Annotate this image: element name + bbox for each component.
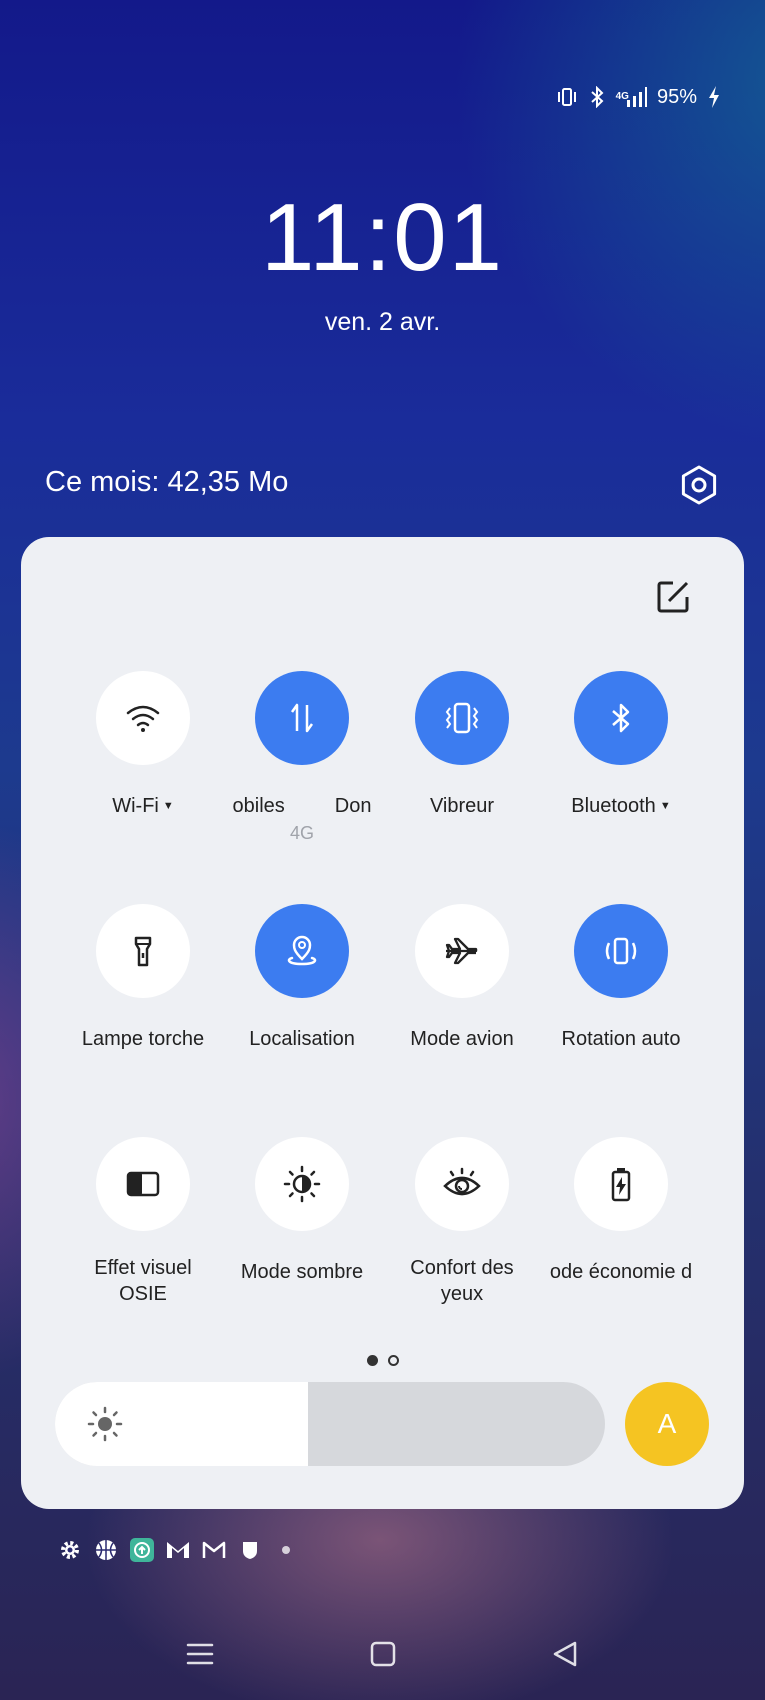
gmail-outline-icon — [202, 1538, 226, 1562]
back-button[interactable] — [551, 1640, 579, 1668]
vibrate-icon — [556, 86, 578, 108]
tile-location[interactable]: Localisation — [222, 904, 382, 1052]
auto-rotate-toggle[interactable] — [574, 904, 668, 998]
tile-label-line2: OSIE — [119, 1283, 167, 1305]
mobile-data-toggle[interactable] — [255, 671, 349, 765]
eye-comfort-icon — [443, 1167, 481, 1196]
tile-flashlight[interactable]: Lampe torche — [63, 904, 223, 1052]
location-icon — [287, 935, 317, 966]
home-button[interactable] — [369, 1640, 397, 1668]
tile-label: Lampe torche — [81, 1028, 205, 1050]
location-toggle[interactable] — [255, 904, 349, 998]
status-bar: 4G 95% — [556, 84, 721, 110]
tile-label: Bluetooth — [571, 795, 656, 817]
vibrate-icon — [445, 702, 479, 734]
network-type: 4G — [615, 91, 629, 102]
tile-bluetooth[interactable]: Bluetooth ▼ — [541, 671, 701, 822]
tile-mobile-data[interactable]: obiles Don 4G — [222, 671, 382, 844]
page-dot-active[interactable] — [366, 1355, 378, 1366]
tile-airplane[interactable]: Mode avion — [382, 904, 542, 1052]
tile-vibrate[interactable]: Vibreur — [382, 671, 542, 819]
auto-brightness-button[interactable]: A — [625, 1382, 709, 1466]
wifi-icon — [126, 705, 160, 732]
menu-icon — [186, 1643, 214, 1665]
tile-auto-rotate[interactable]: Rotation auto — [541, 904, 701, 1052]
charging-icon — [707, 85, 721, 109]
bluetooth-toggle[interactable] — [574, 671, 668, 765]
eye-comfort-toggle[interactable] — [415, 1137, 509, 1231]
flashlight-toggle[interactable] — [96, 904, 190, 998]
more-dot-icon — [274, 1538, 298, 1562]
back-triangle-icon — [553, 1641, 577, 1667]
settings-button[interactable] — [678, 464, 720, 506]
recents-button[interactable] — [186, 1640, 214, 1668]
osie-toggle[interactable] — [96, 1137, 190, 1231]
tile-label: Mode avion — [410, 1028, 514, 1050]
tile-label-line2: yeux — [440, 1283, 484, 1305]
flashlight-icon — [134, 936, 152, 967]
tile-dark-mode[interactable]: Mode sombre — [222, 1137, 382, 1285]
app-update-icon — [130, 1538, 154, 1562]
dark-mode-toggle[interactable] — [255, 1137, 349, 1231]
dropdown-caret-icon[interactable]: ▼ — [660, 800, 671, 812]
gmail-icon — [166, 1538, 190, 1562]
dark-mode-icon — [283, 1165, 321, 1203]
bluetooth-icon — [588, 86, 606, 108]
tile-label-line1: Confort des — [410, 1257, 514, 1279]
tile-wifi[interactable]: Wi-Fi ▼ — [63, 671, 223, 822]
battery-level: 95% — [656, 85, 697, 108]
settings-gear-icon — [681, 465, 717, 505]
airplane-toggle[interactable] — [415, 904, 509, 998]
square-icon — [370, 1641, 396, 1667]
bluetooth-icon — [612, 703, 630, 733]
navigation-bar — [0, 1630, 765, 1678]
brightness-sun-icon — [87, 1406, 123, 1442]
basketball-icon — [94, 1538, 118, 1562]
wifi-toggle[interactable] — [96, 671, 190, 765]
tile-label: Localisation — [249, 1028, 355, 1050]
dropdown-caret-icon[interactable]: ▼ — [163, 800, 174, 812]
tile-eye-comfort[interactable]: Confort des yeux — [382, 1137, 542, 1307]
tile-label: Wi-Fi — [112, 795, 159, 817]
tile-osie[interactable]: Effet visuel OSIE — [63, 1137, 223, 1307]
quick-settings-panel: Wi-Fi ▼ obiles Don 4G Vibreur Bluetooth … — [21, 537, 744, 1509]
tile-label: Rotation auto — [561, 1028, 681, 1050]
vibrate-toggle[interactable] — [415, 671, 509, 765]
lockscreen-clock: 11:01 — [260, 184, 505, 291]
notification-icons — [58, 1538, 298, 1562]
tile-label: obiles Don — [232, 795, 372, 817]
edit-tiles-button[interactable] — [653, 577, 693, 617]
page-indicator — [21, 1355, 744, 1366]
auto-rotate-icon — [605, 937, 637, 965]
data-usage-text[interactable]: Ce mois: 42,35 Mo — [45, 466, 288, 499]
tile-label-line1: Effet visuel — [94, 1257, 192, 1279]
page-dot[interactable] — [387, 1355, 399, 1366]
lockscreen-date: ven. 2 avr. — [324, 308, 441, 336]
osie-icon — [126, 1171, 160, 1197]
airplane-icon — [445, 937, 478, 965]
mobile-data-icon — [290, 703, 314, 733]
tile-battery-saver[interactable]: ode économie d — [541, 1137, 701, 1285]
tile-label: Mode sombre — [240, 1261, 364, 1283]
brightness-slider[interactable] — [55, 1382, 605, 1466]
tile-label: ode économie d — [549, 1261, 693, 1283]
battery-saver-icon — [611, 1168, 631, 1202]
edit-icon — [657, 581, 689, 613]
settings-icon — [58, 1538, 82, 1562]
shield-icon — [238, 1538, 262, 1562]
battery-saver-toggle[interactable] — [574, 1137, 668, 1231]
tile-label: Vibreur — [429, 795, 495, 817]
tile-sublabel: 4G — [289, 823, 314, 843]
